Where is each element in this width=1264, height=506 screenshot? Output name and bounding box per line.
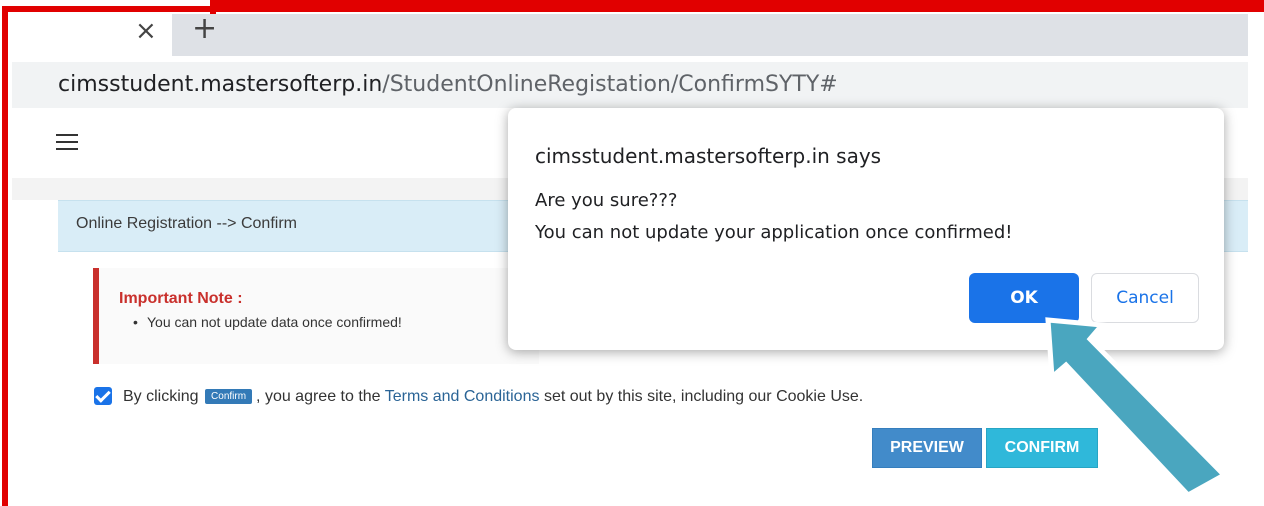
checkbox-checked-icon[interactable] [94,387,112,405]
url-path: /StudentOnlineRegistation/ConfirmSYTY# [382,72,838,97]
note-item: You can not update data once confirmed! [133,314,402,330]
dialog-title: cimsstudent.mastersofterp.in says [535,144,882,168]
dialog-message-2: You can not update your application once… [535,222,1013,243]
dialog-message-1: Are you sure??? [535,190,678,211]
agree-prefix: By clicking [123,388,199,405]
agree-middle: , you agree to the [256,388,381,405]
close-icon[interactable]: × [135,18,157,44]
agree-text: By clicking Confirm, you agree to the Te… [123,388,863,406]
terms-link[interactable]: Terms and Conditions [385,388,540,405]
arrow-annotation-icon [1045,317,1229,498]
plus-icon[interactable]: + [192,14,217,44]
confirm-chip: Confirm [205,389,253,405]
hamburger-icon[interactable] [56,134,78,152]
url-host: cimsstudent.mastersofterp.in [58,72,383,97]
note-title: Important Note : [119,290,243,307]
breadcrumb: Online Registration --> Confirm [76,215,297,232]
preview-button[interactable]: PREVIEW [872,428,982,468]
url-text[interactable]: cimsstudent.mastersofterp.in/StudentOnli… [58,72,838,97]
agree-suffix: set out by this site, including our Cook… [543,388,864,405]
